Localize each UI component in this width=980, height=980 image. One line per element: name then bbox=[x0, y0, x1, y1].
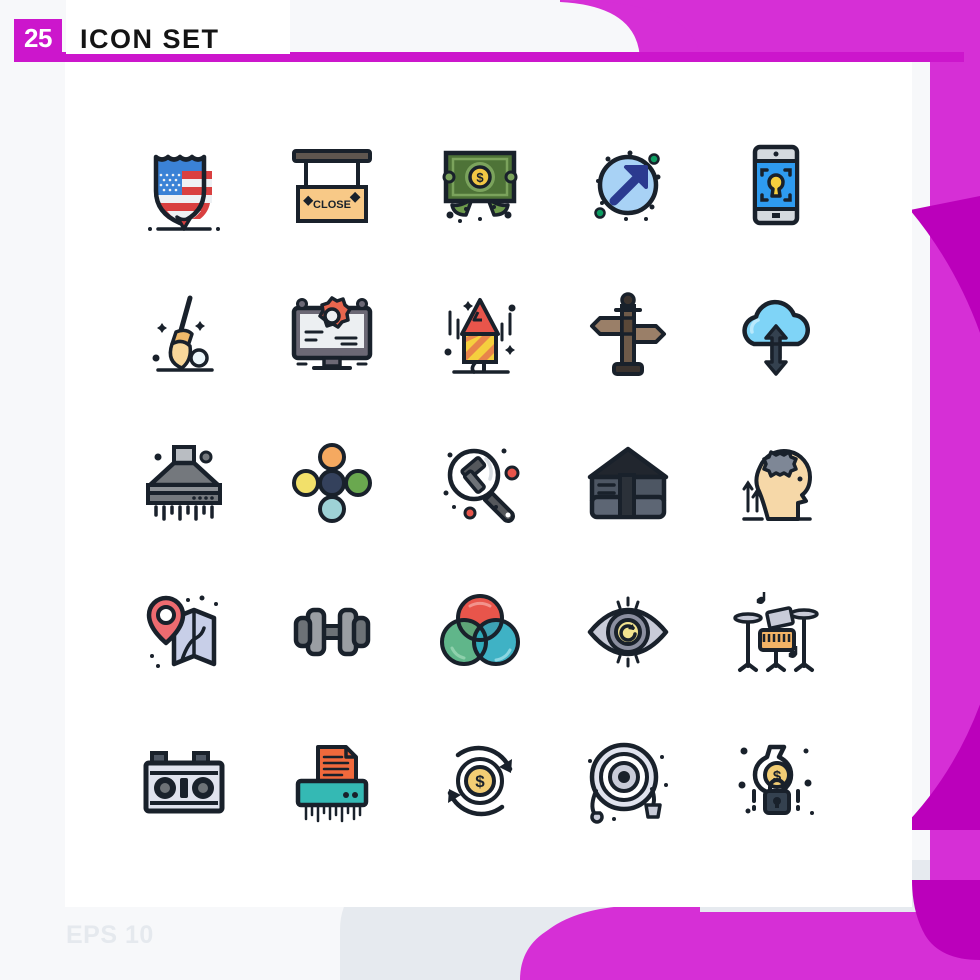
signpost-direction-icon bbox=[590, 291, 666, 376]
close-sign-board-icon: CLOSE bbox=[292, 148, 372, 223]
arrow-up-right-circle-icon bbox=[594, 150, 661, 221]
mobile-security-lock-icon bbox=[752, 144, 800, 225]
decor-magenta-right bbox=[930, 0, 980, 980]
color-venn-circles-icon bbox=[440, 593, 520, 666]
drum-kit-music-icon bbox=[733, 591, 819, 672]
car-battery-icon bbox=[143, 750, 225, 813]
icon-cell-arrow-up-right-circle[interactable] bbox=[554, 110, 702, 259]
icon-count-badge: 25 bbox=[14, 19, 62, 57]
monitor-settings-gear-icon bbox=[291, 295, 373, 370]
money-refresh-cycle-icon: $ bbox=[447, 745, 513, 816]
icon-cell-money-dollar-bill[interactable]: $ bbox=[406, 110, 554, 259]
icon-cell-firework-rocket[interactable] bbox=[406, 259, 554, 408]
icon-cell-molecule-network[interactable] bbox=[258, 408, 406, 557]
dollar-symbol-label: $ bbox=[476, 170, 484, 185]
police-badge-usa-shield-icon bbox=[148, 154, 220, 231]
paper-shredder-icon bbox=[295, 744, 369, 822]
icon-cell-drum-kit-music[interactable] bbox=[702, 557, 850, 706]
fire-hose-reel-icon bbox=[588, 742, 668, 824]
icon-cell-map-location-pin[interactable] bbox=[110, 557, 258, 706]
icon-cell-close-sign-board[interactable]: CLOSE bbox=[258, 110, 406, 259]
money-dollar-bill-icon: $ bbox=[442, 150, 518, 223]
close-sign-label: CLOSE bbox=[313, 199, 351, 211]
cleaning-broom-icon bbox=[152, 295, 214, 372]
envelope-mail-open-icon bbox=[587, 446, 669, 519]
map-location-pin-icon bbox=[146, 595, 218, 668]
icon-cell-paper-shredder[interactable] bbox=[258, 706, 406, 855]
money-cycle-dollar-label: $ bbox=[475, 772, 485, 791]
icon-cell-dumbbell-fitness[interactable] bbox=[258, 557, 406, 706]
eps-format-label: EPS 10 bbox=[66, 921, 154, 949]
icon-cell-envelope-mail-open[interactable] bbox=[554, 408, 702, 557]
icon-cell-car-battery[interactable] bbox=[110, 706, 258, 855]
icon-cell-law-search-gavel[interactable] bbox=[406, 408, 554, 557]
icon-cell-eye-vision[interactable] bbox=[554, 557, 702, 706]
law-search-gavel-icon bbox=[443, 448, 520, 523]
icon-cell-money-bag-lock[interactable]: $ bbox=[702, 706, 850, 855]
kitchen-extractor-hood-icon bbox=[146, 444, 222, 521]
icon-grid: CLOSE $ $ $ bbox=[110, 110, 850, 855]
firework-rocket-icon bbox=[444, 297, 516, 374]
icon-cell-monitor-settings-gear[interactable] bbox=[258, 259, 406, 408]
cloud-data-transfer-icon bbox=[742, 299, 810, 376]
icon-cell-signpost-direction[interactable] bbox=[554, 259, 702, 408]
eye-vision-icon bbox=[587, 596, 669, 667]
icon-cell-mobile-security-lock[interactable] bbox=[702, 110, 850, 259]
icon-cell-cloud-data-transfer[interactable] bbox=[702, 259, 850, 408]
dumbbell-fitness-icon bbox=[293, 607, 371, 656]
icon-cell-fire-hose-reel[interactable] bbox=[554, 706, 702, 855]
icon-cell-kitchen-extractor-hood[interactable] bbox=[110, 408, 258, 557]
icon-cell-brain-gear-thinking[interactable] bbox=[702, 408, 850, 557]
brain-gear-thinking-icon bbox=[742, 448, 812, 521]
page-title: ICON SET bbox=[80, 24, 220, 54]
money-bag-lock-icon: $ bbox=[738, 744, 814, 815]
icon-cell-cleaning-broom[interactable] bbox=[110, 259, 258, 408]
icon-cell-color-venn-circles[interactable] bbox=[406, 557, 554, 706]
icon-cell-money-refresh-cycle[interactable]: $ bbox=[406, 706, 554, 855]
icon-cell-police-badge-usa-shield[interactable] bbox=[110, 110, 258, 259]
molecule-network-icon bbox=[292, 442, 372, 523]
